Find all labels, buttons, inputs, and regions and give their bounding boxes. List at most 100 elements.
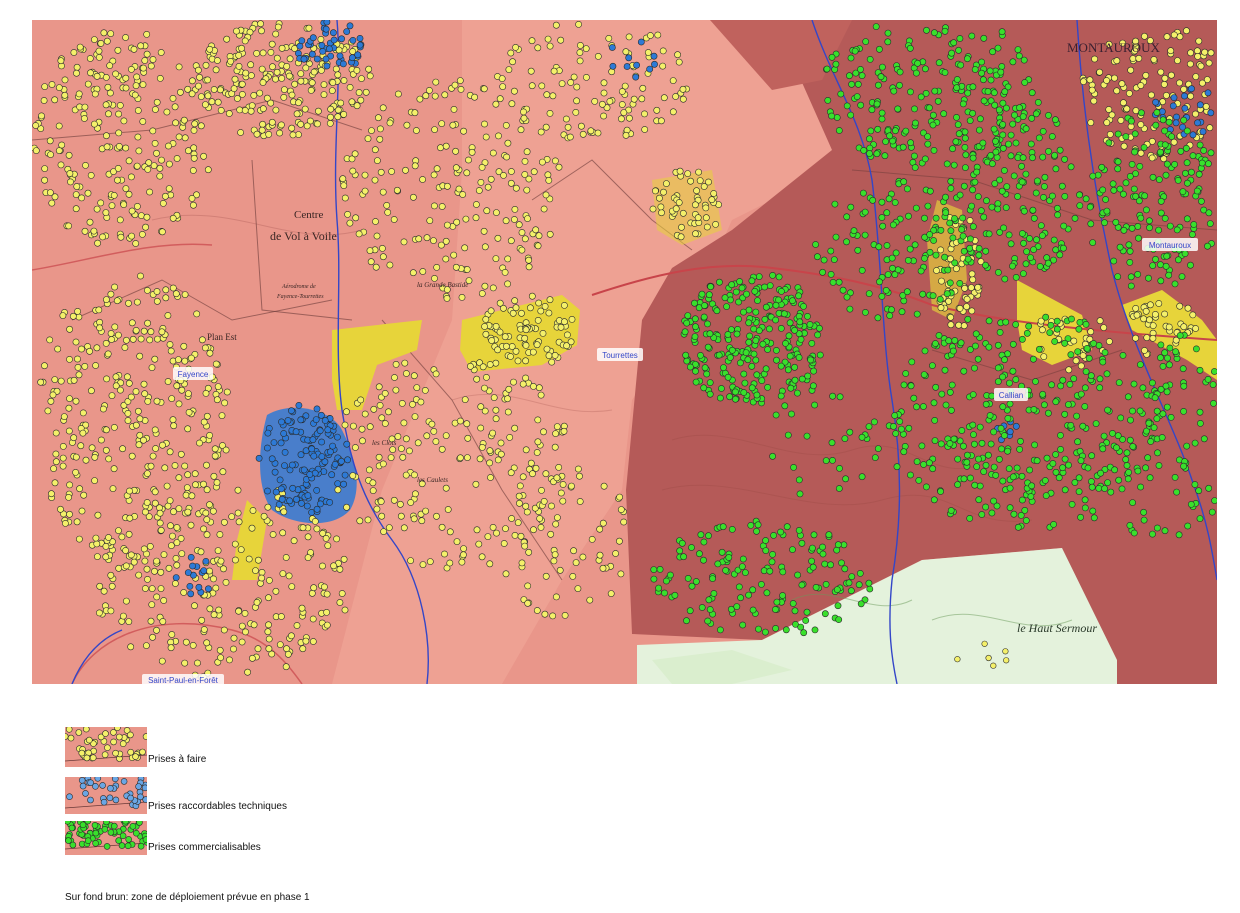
premise-dot: [900, 178, 908, 186]
premise-dot: [902, 370, 910, 377]
premise-dot: [156, 509, 164, 517]
premise-dot: [375, 453, 383, 461]
premise-dot: [1047, 321, 1055, 329]
premise-dot: [473, 375, 481, 383]
footnote: Sur fond brun: zone de déploiement prévu…: [65, 892, 310, 903]
premise-dot: [898, 425, 905, 433]
premise-dot: [60, 413, 68, 420]
premise-dot: [1187, 92, 1194, 100]
premise-dot: [889, 264, 896, 272]
premise-dot: [999, 131, 1007, 139]
premise-dot: [748, 362, 756, 370]
premise-dot: [298, 604, 306, 612]
premise-dot: [654, 31, 662, 39]
premise-dot: [696, 550, 703, 558]
premise-dot: [857, 66, 864, 73]
premise-dot: [1120, 226, 1128, 234]
premise-dot: [530, 526, 537, 534]
premise-dot: [1022, 260, 1030, 268]
premise-dot: [200, 626, 208, 633]
premise-dot: [745, 591, 752, 599]
map-canvas[interactable]: Fayence Tourrettes Callian Montauroux Sa…: [32, 20, 1217, 684]
premise-dot: [103, 426, 110, 434]
map-panel[interactable]: Fayence Tourrettes Callian Montauroux Sa…: [32, 20, 1217, 684]
premise-dot: [994, 364, 1002, 372]
premise-dot: [1194, 47, 1201, 55]
premise-dot: [960, 182, 968, 190]
premise-dot: [69, 312, 77, 320]
premise-dot: [41, 83, 49, 90]
place-label-callian[interactable]: Callian: [994, 388, 1028, 401]
premise-dot: [518, 229, 526, 236]
premise-dot: [1050, 520, 1057, 528]
premise-dot: [1192, 110, 1199, 118]
premise-dot: [696, 177, 704, 184]
premise-dot: [105, 455, 113, 463]
premise-dot: [507, 168, 515, 175]
premise-dot: [762, 303, 770, 311]
premise-dot: [212, 360, 220, 368]
premise-dot: [892, 249, 900, 257]
premise-dot: [159, 618, 167, 625]
premise-dot: [52, 429, 60, 437]
premise-dot: [197, 548, 205, 556]
premise-dot: [298, 37, 306, 44]
premise-dot: [340, 480, 347, 488]
premise-dot: [1090, 97, 1098, 105]
premise-dot: [1126, 172, 1134, 180]
premise-dot: [269, 531, 277, 538]
premise-dot: [824, 97, 832, 104]
premise-dot: [1115, 476, 1123, 484]
premise-dot: [1200, 147, 1208, 154]
premise-dot: [882, 286, 890, 294]
premise-dot: [489, 284, 497, 292]
premise-dot: [1188, 85, 1195, 93]
premise-dot: [512, 304, 520, 312]
premise-dot: [740, 389, 748, 396]
premise-dot: [126, 514, 134, 522]
premise-dot: [122, 562, 130, 570]
premise-dot: [1189, 311, 1197, 319]
place-label-tourrettes[interactable]: Tourrettes: [597, 348, 643, 361]
premise-dot: [264, 487, 271, 495]
premise-dot: [249, 507, 257, 514]
premise-dot: [583, 74, 590, 81]
premise-dot: [492, 322, 500, 330]
premise-dot: [902, 127, 910, 135]
premise-dot: [660, 94, 668, 102]
premise-dot: [115, 129, 123, 137]
premise-dot: [285, 72, 293, 80]
premise-dot: [458, 293, 466, 301]
premise-dot: [1026, 466, 1033, 474]
premise-dot: [534, 416, 542, 424]
premise-dot: [44, 407, 52, 415]
legend-dot: [136, 821, 143, 826]
premise-dot: [416, 95, 424, 103]
premise-dot: [775, 273, 783, 281]
premise-dot: [1003, 657, 1010, 664]
premise-dot: [586, 596, 594, 604]
premise-dot: [758, 581, 765, 588]
premise-dot: [845, 579, 853, 587]
premise-dot: [947, 313, 954, 321]
premise-dot: [480, 227, 488, 235]
premise-dot: [854, 80, 862, 88]
premise-dot: [185, 408, 193, 416]
premise-dot: [599, 100, 606, 108]
premise-dot: [216, 646, 224, 654]
premise-dot: [86, 347, 93, 355]
premise-dot: [1193, 345, 1200, 353]
place-label-saint-paul[interactable]: Saint-Paul-en-Forêt: [142, 674, 224, 684]
place-label-fayence[interactable]: Fayence: [173, 367, 213, 380]
premise-dot: [310, 584, 318, 592]
premise-dot: [1148, 154, 1156, 162]
premise-dot: [441, 550, 448, 558]
premise-dot: [308, 445, 316, 453]
premise-dot: [490, 394, 498, 401]
premise-dot: [409, 193, 417, 201]
place-label-montauroux[interactable]: Montauroux: [1142, 238, 1198, 251]
premise-dot: [777, 324, 785, 332]
premise-dot: [227, 58, 234, 65]
premise-dot: [247, 107, 255, 115]
premise-dot: [946, 219, 954, 227]
